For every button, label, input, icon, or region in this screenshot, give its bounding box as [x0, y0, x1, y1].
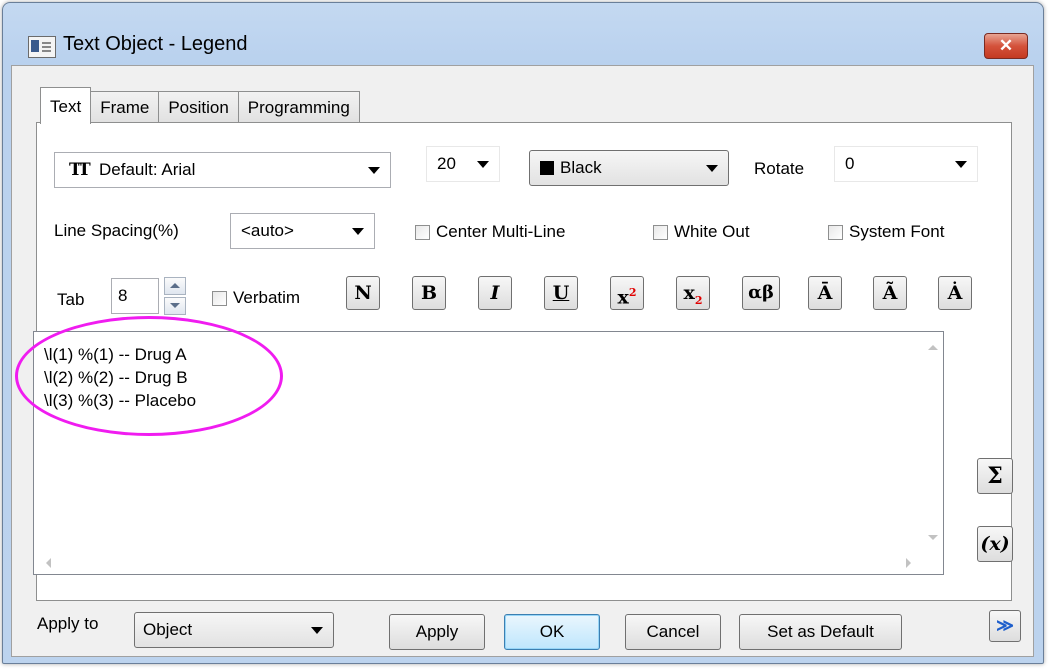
- apply-to-dropdown[interactable]: Object: [134, 612, 334, 648]
- font-value: Default: Arial: [99, 160, 196, 179]
- tab-size-label: Tab: [57, 290, 85, 309]
- scroll-up-icon[interactable]: [928, 345, 938, 350]
- rotate-dropdown[interactable]: 0: [834, 146, 978, 182]
- font-size-dropdown[interactable]: 20: [426, 146, 500, 182]
- chevron-down-icon: [368, 167, 380, 174]
- vertical-scrollbar[interactable]: [923, 332, 943, 552]
- horizontal-scrollbar[interactable]: [34, 552, 923, 574]
- scroll-left-icon[interactable]: [46, 558, 51, 568]
- ok-button[interactable]: OK: [504, 614, 600, 650]
- color-swatch: [540, 161, 554, 175]
- white-out-checkbox[interactable]: White Out: [653, 222, 750, 242]
- apply-to-label: Apply to: [37, 614, 99, 633]
- title-bar[interactable]: Text Object - Legend ✕: [3, 3, 1043, 65]
- subscript-idx: 2: [694, 293, 703, 307]
- cancel-button[interactable]: Cancel: [625, 614, 721, 650]
- chevron-down-icon: [311, 627, 323, 634]
- sigma-button[interactable]: Σ: [977, 458, 1013, 494]
- close-button[interactable]: ✕: [984, 33, 1028, 59]
- font-size-value: 20: [437, 154, 456, 173]
- superscript-exp: 2: [628, 286, 637, 299]
- spin-down-icon[interactable]: [164, 297, 186, 315]
- system-font-label: System Font: [849, 222, 945, 241]
- line-spacing-dropdown[interactable]: <auto>: [230, 213, 375, 249]
- tilde-button[interactable]: Ã: [873, 276, 907, 310]
- font-dropdown[interactable]: TT Default: Arial: [54, 152, 391, 188]
- dialog-window: Text Object - Legend ✕ Text Frame Positi…: [2, 2, 1044, 664]
- tab-frame[interactable]: Frame: [90, 91, 160, 124]
- color-value: Black: [560, 158, 602, 177]
- dialog-client-area: Text Frame Position Programming TT Defau…: [11, 65, 1034, 657]
- line-spacing-label: Line Spacing(%): [54, 221, 179, 240]
- rotate-value: 0: [845, 154, 855, 173]
- tab-strip: Text Frame Position Programming: [40, 87, 360, 124]
- tab-position[interactable]: Position: [158, 91, 239, 124]
- superscript-button[interactable]: x2: [610, 276, 644, 310]
- subscript-button[interactable]: x2: [676, 276, 710, 310]
- app-icon: [28, 36, 56, 58]
- editor-content[interactable]: \l(1) %(1) -- Drug A \l(2) %(2) -- Drug …: [44, 343, 196, 412]
- center-multiline-checkbox[interactable]: Center Multi-Line: [415, 222, 565, 242]
- chevron-down-icon: [955, 161, 967, 168]
- apply-to-value: Object: [143, 620, 193, 639]
- center-multiline-label: Center Multi-Line: [436, 222, 566, 241]
- chevron-down-icon: [477, 161, 489, 168]
- dot-accent-button[interactable]: Ȧ: [938, 276, 972, 310]
- editor-line: \l(3) %(3) -- Placebo: [44, 391, 197, 410]
- editor-line: \l(2) %(2) -- Drug B: [44, 368, 188, 387]
- subscript-base: x: [683, 282, 695, 304]
- scroll-down-icon[interactable]: [928, 535, 938, 540]
- overbar-button[interactable]: Ā: [808, 276, 842, 310]
- spin-up-icon[interactable]: [164, 277, 186, 295]
- tab-size-stepper[interactable]: [164, 277, 186, 315]
- underline-button[interactable]: U: [544, 276, 578, 310]
- tab-text[interactable]: Text: [40, 87, 92, 124]
- chevron-down-icon: [352, 228, 364, 235]
- set-as-default-button[interactable]: Set as Default: [739, 614, 902, 650]
- tab-programming[interactable]: Programming: [237, 91, 360, 124]
- rotate-label: Rotate: [754, 159, 805, 178]
- tab-size-input[interactable]: 8: [111, 278, 159, 314]
- apply-button[interactable]: Apply: [389, 614, 485, 650]
- text-editor[interactable]: \l(1) %(1) -- Drug A \l(2) %(2) -- Drug …: [33, 331, 944, 575]
- system-font-checkbox[interactable]: System Font: [828, 222, 944, 242]
- expand-icon[interactable]: ≫: [989, 610, 1021, 642]
- variable-button[interactable]: (x): [977, 526, 1013, 562]
- scroll-right-icon[interactable]: [906, 558, 911, 568]
- color-dropdown[interactable]: Black: [529, 150, 729, 186]
- bold-button[interactable]: B: [412, 276, 446, 310]
- chevron-down-icon: [706, 165, 718, 172]
- greek-button[interactable]: αβ: [742, 276, 780, 310]
- white-out-label: White Out: [674, 222, 750, 241]
- window-title: Text Object - Legend: [63, 33, 248, 55]
- editor-line: \l(1) %(1) -- Drug A: [44, 345, 187, 364]
- normal-button[interactable]: N: [346, 276, 380, 310]
- superscript-base: x: [617, 286, 629, 309]
- line-spacing-value: <auto>: [241, 221, 294, 240]
- verbatim-label: Verbatim: [233, 288, 301, 307]
- tab-size-value: 8: [118, 286, 128, 305]
- verbatim-checkbox[interactable]: Verbatim: [212, 288, 300, 308]
- font-icon: TT: [69, 160, 91, 180]
- italic-button[interactable]: I: [478, 276, 512, 310]
